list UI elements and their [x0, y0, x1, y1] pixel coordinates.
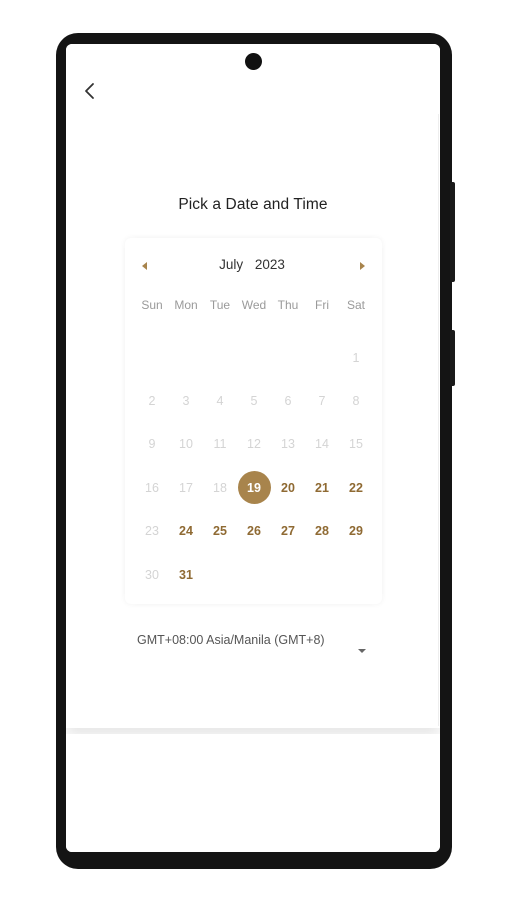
empty-cell: [169, 336, 203, 379]
empty-cell: [271, 336, 305, 379]
calendar-day: 13: [281, 437, 295, 452]
calendar-day: 12: [247, 437, 261, 452]
calendar-day[interactable]: 28: [305, 510, 339, 553]
empty-cell: [203, 336, 237, 379]
calendar-day[interactable]: 27: [271, 510, 305, 553]
weekday-label: Sat: [346, 298, 365, 312]
calendar-day[interactable]: 26: [237, 510, 271, 553]
year-label: 2023: [254, 257, 285, 272]
month-year-label: July 2023: [192, 257, 312, 272]
calendar-day: 15: [349, 437, 363, 452]
calendar-day: 4: [216, 394, 224, 409]
selected-day-label: 19: [237, 471, 271, 505]
empty-cell: [305, 336, 339, 379]
calendar-day: 5: [250, 394, 258, 409]
front-camera: [245, 53, 262, 70]
calendar-day: 30: [145, 567, 159, 582]
weekday-label: Tue: [209, 298, 231, 312]
back-button[interactable]: [78, 78, 102, 104]
calendar-day: 14: [315, 437, 329, 452]
timezone-dropdown-button[interactable]: [357, 641, 367, 659]
volume-button: [450, 330, 455, 386]
calendar-day: 9: [148, 437, 156, 452]
calendar-day: 10: [179, 437, 193, 452]
calendar-day: 16: [145, 480, 159, 495]
calendar-day: 6: [284, 394, 292, 409]
background-area: [66, 734, 440, 852]
calendar-day: 23: [145, 524, 159, 539]
calendar-day[interactable]: 31: [169, 553, 203, 596]
empty-cell: [237, 336, 271, 379]
calendar-day: 1: [352, 350, 360, 365]
weekday-label: Sun: [141, 298, 163, 312]
chevron-left-icon: [85, 83, 94, 99]
empty-cell: [135, 336, 169, 379]
calendar-day[interactable]: 25: [203, 510, 237, 553]
caret-down-icon: [358, 649, 366, 653]
weekday-header: Sun Mon Tue Wed Thu Fri Sat: [135, 298, 373, 312]
next-month-button[interactable]: [353, 256, 371, 276]
caret-right-icon: [360, 262, 365, 270]
selected-day[interactable]: 19: [237, 466, 271, 509]
weekday-label: Thu: [277, 298, 299, 312]
calendar-day: 2: [148, 394, 156, 409]
calendar-day: 18: [213, 480, 227, 495]
calendar-day: 7: [318, 394, 326, 409]
weekday-label: Fri: [315, 298, 329, 312]
calendar-day[interactable]: 22: [339, 466, 373, 509]
page-title: Pick a Date and Time: [178, 196, 328, 213]
calendar-grid: 1 2 3 4 5 6 7 8 9 10 11 12 13 14 15 16 17 18 19 20 21 22 23 24 2…: [135, 336, 373, 596]
calendar-day[interactable]: 24: [169, 510, 203, 553]
weekday-label: Wed: [241, 298, 267, 312]
calendar-day: 11: [213, 437, 227, 452]
calendar-day: 3: [182, 394, 190, 409]
caret-left-icon: [142, 262, 147, 270]
calendar-day[interactable]: 29: [339, 510, 373, 553]
timezone-select[interactable]: GMT+08:00 Asia/Manila (GMT+8): [137, 633, 325, 647]
month-label: July: [219, 257, 244, 272]
calendar-day: 17: [179, 480, 193, 495]
calendar-day[interactable]: 20: [271, 466, 305, 509]
prev-month-button[interactable]: [136, 256, 154, 276]
calendar-day[interactable]: 21: [305, 466, 339, 509]
calendar-day: 8: [352, 394, 360, 409]
power-button: [450, 182, 455, 282]
weekday-label: Mon: [174, 298, 198, 312]
